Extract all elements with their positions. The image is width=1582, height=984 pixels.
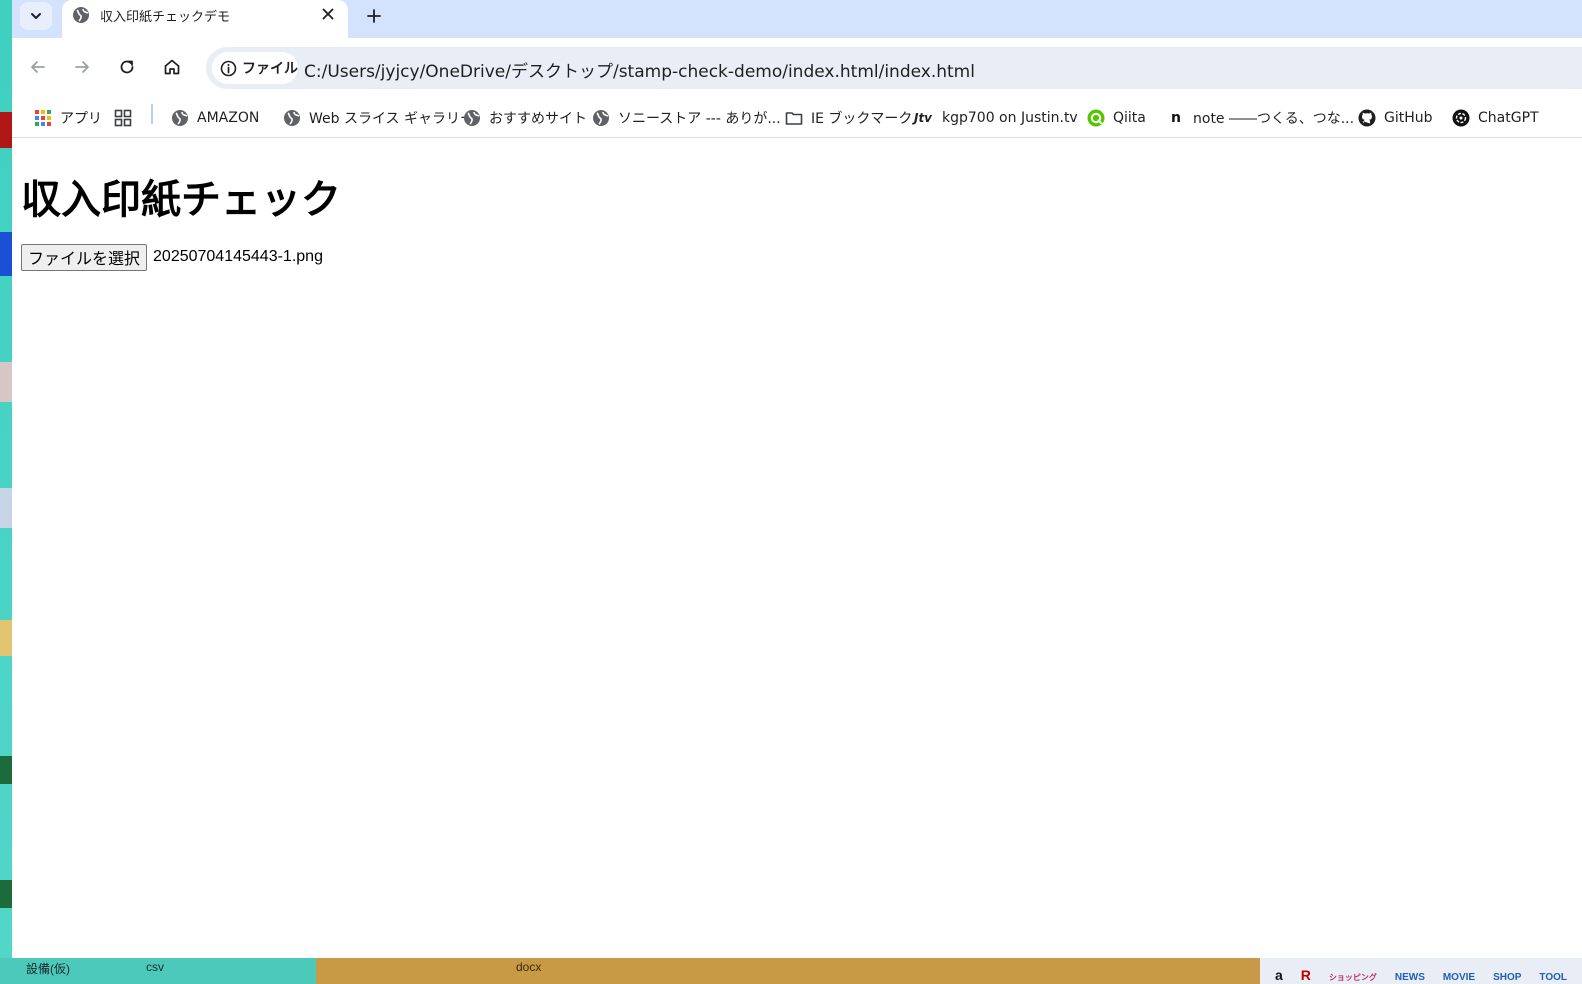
bookmark-label: Web スライス ギャラリー [309,111,475,127]
choose-file-button[interactable]: ファイルを選択 [21,243,148,271]
reload-icon [120,60,134,74]
reload-button[interactable] [112,52,142,82]
rakuten-shortcut[interactable]: R [1301,967,1311,984]
arrow-left-icon [31,61,45,73]
arrow-right-icon [75,61,89,73]
globe-icon [593,110,609,126]
info-icon [220,60,237,76]
desktop-icon-fragment [0,232,12,276]
desktop-shortcut-bar: a R ショッピング NEWS MOVIE SHOP TOOL [1260,958,1582,984]
page-title: 収入印紙チェック [21,177,341,223]
desktop-icon-fragment [0,620,12,656]
globe-icon [284,110,300,126]
bookmark-label: GitHub [1384,110,1433,126]
bookmark-sony-store[interactable]: ソニーストア --- ありが... [592,104,781,132]
selected-file-name: 20250704145443-1.png [153,248,323,265]
bookmark-label: AMAZON [197,110,260,126]
news-shortcut[interactable]: NEWS [1395,972,1425,984]
bookmark-label: kgp700 on Justin.tv [942,110,1078,126]
tab-close-button[interactable] [318,4,338,24]
bookmark-label: note ――つくる、つな... [1193,111,1355,127]
globe-icon [464,110,480,126]
desktop-label: csv [146,960,164,974]
github-icon [1358,109,1376,127]
folder-icon [785,112,803,125]
globe-icon [172,110,188,126]
bookmark-web-slice[interactable]: Web スライス ギャラリー [283,104,474,132]
tab-strip: 収入印紙チェックデモ [12,0,1582,38]
bookmark-label: ソニーストア --- ありが... [618,111,781,127]
bookmarks-bar: アプリ AMAZON Web スライス ギャラリー おすすめサイト ソニーストア… [12,98,1582,138]
new-tab-button[interactable] [360,2,388,30]
tab-search-button[interactable] [20,2,52,30]
browser-toolbar: ファイル C:/Users/jyjcy/OneDrive/デスクトップ/stam… [12,38,1582,98]
movie-shortcut[interactable]: MOVIE [1443,972,1475,984]
site-info-label: ファイル [242,61,298,77]
bookmark-label: Qiita [1113,110,1146,126]
file-input[interactable]: ファイルを選択 20250704145443-1.png [21,243,323,271]
plus-icon [367,9,381,23]
desktop-label: 設備(仮) [26,962,70,976]
desktop-bottom-strip: 設備(仮) csv docx a R ショッピング NEWS MOVIE SHO… [0,958,1582,984]
apps-grid-icon [35,110,51,126]
page-content: 収入印紙チェック ファイルを選択 20250704145443-1.png [12,139,1582,958]
bookmark-label: アプリ [60,111,102,127]
forward-button[interactable] [67,52,97,82]
bookmark-note[interactable]: n note ――つくる、つな... [1167,104,1354,132]
note-icon: n [1171,110,1181,126]
bookmark-label: ChatGPT [1478,110,1539,126]
tab-active[interactable]: 収入印紙チェックデモ [62,0,348,38]
shopping-shortcut[interactable]: ショッピング [1329,972,1377,984]
bookmark-apps[interactable]: アプリ [34,104,102,132]
chevron-down-icon [31,13,41,19]
desktop-icon-fragment [0,112,12,148]
desktop-left-strip [0,0,12,984]
amazon-shortcut[interactable]: a [1275,967,1283,984]
bookmark-amazon[interactable]: AMAZON [171,104,259,132]
bookmark-recommended[interactable]: おすすめサイト [463,104,587,132]
bookmark-github[interactable]: GitHub [1358,104,1433,132]
bookmark-chatgpt[interactable]: ChatGPT [1452,104,1539,132]
bookmark-label: おすすめサイト [489,111,587,127]
desktop-wallpaper-segment: docx [316,958,1260,984]
bookmark-label: IE ブックマーク [811,111,913,127]
chatgpt-icon [1452,109,1470,127]
bookmark-justin-tv[interactable]: Jtv kgp700 on Justin.tv [912,104,1078,132]
desktop-icon-fragment [0,756,12,784]
bookmark-folder-ie[interactable]: IE ブックマーク [785,104,912,132]
desktop-label: docx [516,960,542,974]
desktop-icon-fragment [0,880,12,908]
bookmarks-divider [151,104,153,124]
jtv-icon: Jtv [913,111,933,125]
globe-icon [73,7,89,23]
address-bar[interactable]: ファイル C:/Users/jyjcy/OneDrive/デスクトップ/stam… [206,47,1582,89]
home-icon [164,59,180,75]
bookmark-qiita[interactable]: Qiita [1087,104,1146,132]
back-button[interactable] [23,52,53,82]
tab-title: 収入印紙チェックデモ [100,10,231,25]
qiita-icon [1087,109,1105,127]
tool-shortcut[interactable]: TOOL [1539,972,1567,984]
url-text[interactable]: C:/Users/jyjcy/OneDrive/デスクトップ/stamp-che… [304,57,975,82]
tab-groups-icon [114,109,132,127]
site-info-chip[interactable]: ファイル [212,52,298,84]
home-button[interactable] [157,52,187,82]
desktop-icon-fragment [0,362,12,402]
shop-shortcut[interactable]: SHOP [1493,972,1521,984]
bookmark-tab-groups[interactable] [114,104,132,132]
close-icon [322,8,334,20]
desktop-icon-fragment [0,488,12,528]
browser-window: 収入印紙チェックデモ ファイル C:/Users/jyjcy/OneDrive/… [12,0,1582,958]
